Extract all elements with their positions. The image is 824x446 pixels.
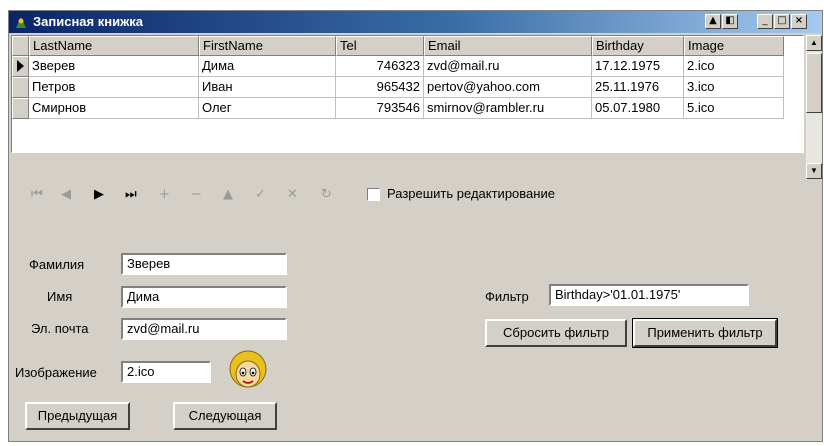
face-image-icon	[229, 350, 267, 388]
firstname-field[interactable]: Дима	[121, 286, 287, 308]
title-bar[interactable]: Записная книжка ▲ ◧ _ □ ×	[9, 11, 822, 33]
table-cell[interactable]: 793546	[336, 98, 424, 119]
table-cell[interactable]: Дима	[199, 56, 336, 77]
pin-button[interactable]: ◧	[722, 14, 738, 29]
table-cell[interactable]: 965432	[336, 77, 424, 98]
filter-label: Фильтр	[485, 289, 529, 304]
notebook-app-icon	[16, 17, 26, 28]
scroll-down-arrow-icon[interactable]: ▼	[806, 163, 822, 179]
table-cell[interactable]: 2.ico	[684, 56, 784, 77]
data-grid[interactable]: LastName FirstName Tel Email Birthday Im…	[11, 35, 804, 153]
firstname-label: Имя	[47, 289, 73, 304]
reset-filter-button[interactable]: Сбросить фильтр	[485, 319, 627, 347]
column-header-image[interactable]: Image	[684, 36, 784, 56]
window-title: Записная книжка	[33, 14, 144, 29]
next-button[interactable]: Следующая	[173, 402, 277, 430]
nav-next-icon[interactable]: ▶	[94, 187, 104, 202]
restore-up-button[interactable]: ▲	[705, 14, 721, 29]
email-field[interactable]: zvd@mail.ru	[121, 318, 287, 340]
lastname-label: Фамилия	[29, 257, 85, 272]
table-cell[interactable]: smirnov@rambler.ru	[424, 98, 592, 119]
nav-edit-icon[interactable]: ▲	[223, 187, 233, 202]
column-header-tel[interactable]: Tel	[336, 36, 424, 56]
table-cell[interactable]: pertov@yahoo.com	[424, 77, 592, 98]
table-cell[interactable]: Смирнов	[29, 98, 199, 119]
maximize-button[interactable]: □	[774, 14, 790, 29]
row-indicator[interactable]	[12, 98, 29, 119]
table-cell[interactable]: zvd@mail.ru	[424, 56, 592, 77]
apply-filter-button[interactable]: Применить фильтр	[632, 318, 778, 348]
table-cell[interactable]: 05.07.1980	[592, 98, 684, 119]
app-window: Записная книжка ▲ ◧ _ □ × LastName First…	[8, 10, 823, 442]
image-field[interactable]: 2.ico	[121, 361, 211, 383]
column-header-firstname[interactable]: FirstName	[199, 36, 336, 56]
grid-vertical-scrollbar[interactable]: ▲ ▼	[806, 35, 822, 179]
previous-button[interactable]: Предыдущая	[25, 402, 130, 430]
allow-edit-checkbox[interactable]	[367, 188, 380, 201]
current-row-arrow-icon	[17, 60, 24, 72]
column-header-birthday[interactable]: Birthday	[592, 36, 684, 56]
nav-delete-icon[interactable]: −	[191, 187, 202, 202]
nav-prior-icon[interactable]: ◀	[61, 187, 71, 202]
table-cell[interactable]: Иван	[199, 77, 336, 98]
table-cell[interactable]: 25.11.1976	[592, 77, 684, 98]
email-label: Эл. почта	[31, 321, 89, 336]
scroll-up-arrow-icon[interactable]: ▲	[806, 35, 822, 51]
nav-cancel-icon[interactable]: ✕	[287, 187, 298, 202]
nav-insert-icon[interactable]: +	[159, 187, 170, 202]
table-cell[interactable]: 5.ico	[684, 98, 784, 119]
table-cell[interactable]: 17.12.1975	[592, 56, 684, 77]
nav-last-icon[interactable]: ⏭	[125, 187, 137, 202]
image-label: Изображение	[15, 365, 97, 380]
allow-edit-label: Разрешить редактирование	[387, 186, 555, 201]
nav-first-icon[interactable]: ⏮	[31, 187, 43, 202]
table-cell[interactable]: Зверев	[29, 56, 199, 77]
row-indicator[interactable]	[12, 77, 29, 98]
scroll-thumb[interactable]	[806, 53, 822, 113]
table-cell[interactable]: 3.ico	[684, 77, 784, 98]
table-cell[interactable]: 746323	[336, 56, 424, 77]
column-header-email[interactable]: Email	[424, 36, 592, 56]
minimize-button[interactable]: _	[757, 14, 773, 29]
column-header-lastname[interactable]: LastName	[29, 36, 199, 56]
row-indicator[interactable]	[12, 56, 29, 77]
nav-post-icon[interactable]: ✓	[255, 187, 266, 202]
filter-input[interactable]: Birthday>'01.01.1975'	[549, 284, 749, 306]
grid-corner	[12, 36, 29, 56]
lastname-field[interactable]: Зверев	[121, 253, 287, 275]
nav-refresh-icon[interactable]: ↻	[321, 187, 332, 202]
close-button[interactable]: ×	[791, 14, 807, 29]
table-cell[interactable]: Олег	[199, 98, 336, 119]
table-cell[interactable]: Петров	[29, 77, 199, 98]
